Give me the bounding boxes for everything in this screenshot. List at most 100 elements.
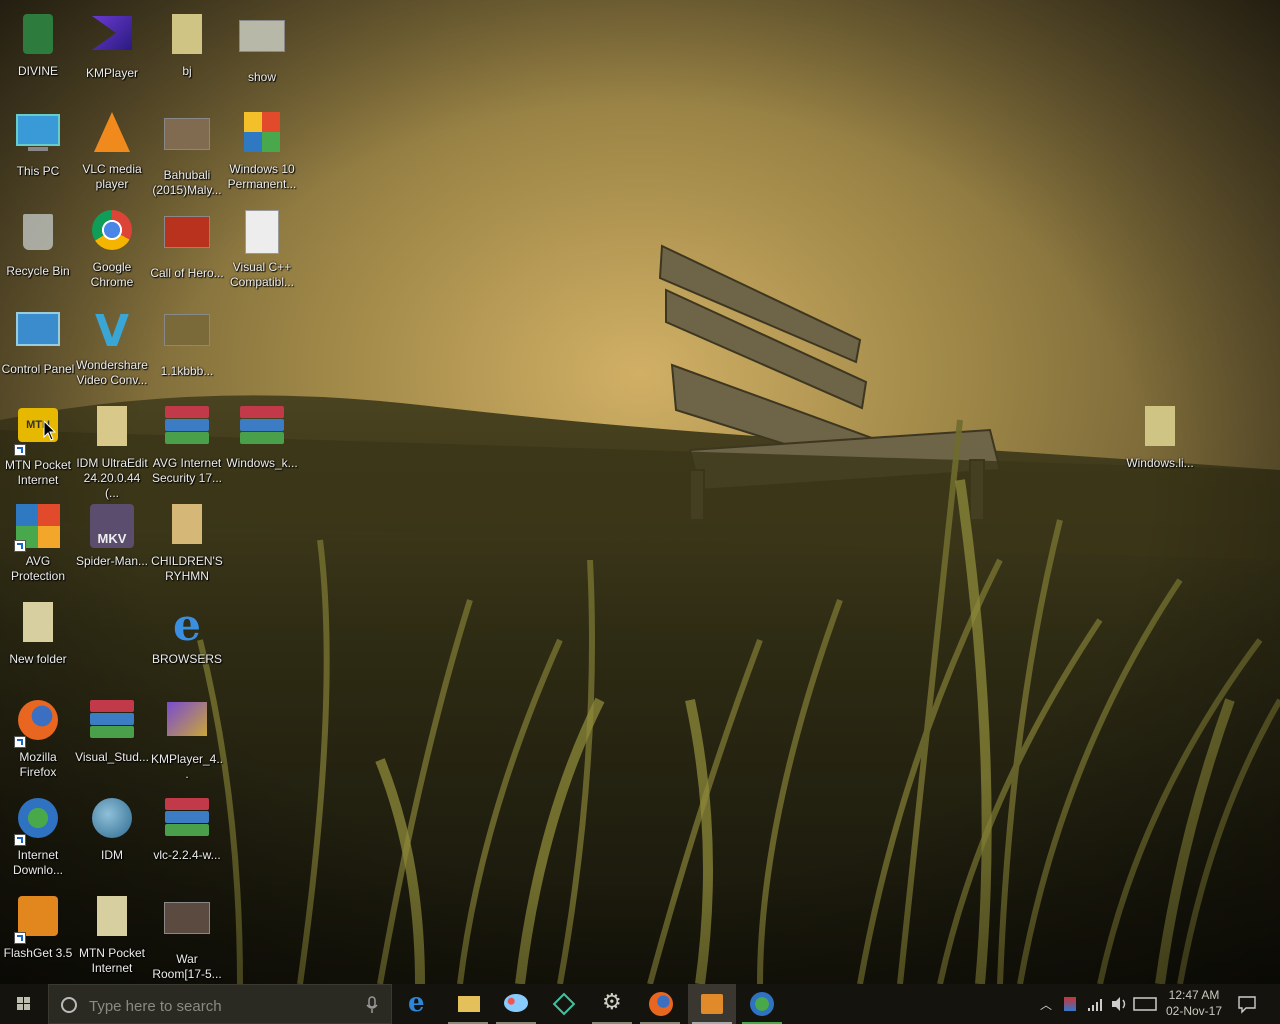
speaker-icon bbox=[1112, 997, 1126, 1011]
desktop-icon-label: KMPlayer_4... bbox=[150, 752, 224, 781]
desktop-icon-vlc[interactable]: VLC media player bbox=[74, 108, 150, 198]
paint-icon bbox=[504, 994, 528, 1012]
video-icon bbox=[163, 314, 211, 362]
wondershare-icon: V bbox=[94, 306, 130, 357]
taskbar-app-firefox[interactable] bbox=[636, 984, 684, 1024]
desktop-icon-mozilla-firefox[interactable]: Mozilla Firefox bbox=[0, 696, 76, 786]
desktop-icon-war-room[interactable]: War Room[17-5... bbox=[149, 892, 225, 982]
desktop-icon-label: Mozilla Firefox bbox=[19, 750, 57, 779]
desktop-icon-label: vlc-2.2.4-w... bbox=[153, 848, 221, 862]
desktop-icon-mtn-pocket-internet-folder[interactable]: MTN Pocket Internet bbox=[74, 892, 150, 982]
video-icon bbox=[163, 902, 211, 950]
desktop-icon-label: This PC bbox=[16, 164, 60, 178]
desktop-icon-this-pc[interactable]: This PC bbox=[0, 108, 76, 198]
taskbar-app-diamond[interactable] bbox=[540, 984, 588, 1024]
desktop-icon-control-panel[interactable]: Control Panel bbox=[0, 304, 76, 394]
video-icon bbox=[163, 216, 211, 264]
desktop-icon-label: Control Panel bbox=[1, 362, 75, 376]
image-icon bbox=[238, 20, 286, 68]
winrar-icon bbox=[163, 798, 211, 846]
desktop-icon-label: BROWSERS bbox=[151, 652, 222, 666]
volume-button[interactable] bbox=[1108, 984, 1130, 1024]
desktop-icon-browsers[interactable]: e BROWSERS bbox=[149, 598, 225, 688]
desktop-icon-bahubali[interactable]: Bahubali (2015)Maly... bbox=[149, 108, 225, 198]
chrome-icon bbox=[88, 210, 136, 258]
search-box[interactable] bbox=[48, 984, 392, 1024]
desktop-icon-label: Bahubali (2015)Maly... bbox=[152, 168, 222, 197]
folder-icon bbox=[1136, 406, 1184, 454]
taskbar-app-settings[interactable]: ⚙ bbox=[588, 984, 636, 1024]
desktop-icon-label: Spider-Man... bbox=[75, 554, 149, 568]
desktop-icon-vlc-installer[interactable]: vlc-2.2.4-w... bbox=[149, 794, 225, 884]
desktop-icon-windows-10-permanent[interactable]: Windows 10 Permanent... bbox=[224, 108, 300, 198]
desktop-icon-spider-man[interactable]: MKV Spider-Man... bbox=[74, 500, 150, 590]
action-center-button[interactable] bbox=[1234, 984, 1260, 1024]
desktop-icon-kmplayer[interactable]: KMPlayer bbox=[74, 10, 150, 100]
recycle-bin-icon bbox=[14, 214, 62, 262]
desktop-icon-label: Windows.li... bbox=[1126, 456, 1194, 470]
desktop-icon-divine[interactable]: DIVINE bbox=[0, 10, 76, 100]
tray-app-icon bbox=[1064, 997, 1076, 1011]
desktop-icon-visual-stud[interactable]: Visual_Stud... bbox=[74, 696, 150, 786]
notification-icon bbox=[1238, 996, 1256, 1014]
clock-date: 02-Nov-17 bbox=[1165, 1004, 1223, 1018]
folder-icon bbox=[163, 504, 211, 552]
desktop-icon-kmplayer-installer[interactable]: KMPlayer_4... bbox=[149, 696, 225, 786]
internet-explorer-icon: e bbox=[173, 600, 201, 651]
idm-icon bbox=[14, 798, 62, 846]
taskbar-app-idm[interactable] bbox=[738, 984, 786, 1024]
tray-app-button[interactable] bbox=[1060, 984, 1080, 1024]
desktop-icon-recycle-bin[interactable]: Recycle Bin bbox=[0, 206, 76, 296]
desktop-icon-label: 1.1kbbb... bbox=[160, 364, 214, 378]
desktop-icon-google-chrome[interactable]: Google Chrome bbox=[74, 206, 150, 296]
taskbar-clock[interactable]: 12:47 AM 02-Nov-17 bbox=[1158, 987, 1230, 1019]
touch-keyboard-button[interactable] bbox=[1132, 984, 1158, 1024]
desktop-icon-idm[interactable]: IDM bbox=[74, 794, 150, 884]
microphone-icon[interactable] bbox=[365, 995, 379, 1015]
desktop-icon-label: MTN Pocket Internet bbox=[4, 458, 71, 487]
network-button[interactable] bbox=[1084, 984, 1106, 1024]
flashget-icon bbox=[14, 896, 62, 944]
desktop-icon-label: Recycle Bin bbox=[6, 264, 70, 278]
desktop-icon-call-of-hero[interactable]: Call of Hero... bbox=[149, 206, 225, 296]
taskbar-app-edge[interactable]: e bbox=[396, 984, 444, 1024]
desktop-icon-windows-li[interactable]: Windows.li... bbox=[1122, 402, 1198, 492]
desktop-icon-label: Windows_k... bbox=[226, 456, 298, 470]
taskbar-app-paint[interactable] bbox=[492, 984, 540, 1024]
firefox-icon bbox=[649, 992, 673, 1016]
desktop-icon-label: War Room[17-5... bbox=[152, 952, 222, 981]
desktop-icon-childrens-ryhmn[interactable]: CHILDREN'S RYHMN bbox=[149, 500, 225, 590]
desktop-icon-label: VLC media player bbox=[82, 162, 142, 191]
desktop-icon-new-folder[interactable]: New folder bbox=[0, 598, 76, 688]
desktop-icon-video-kbbb[interactable]: 1.1kbbb... bbox=[149, 304, 225, 394]
start-button[interactable] bbox=[0, 984, 48, 1024]
desktop-icon-idm-ultraedit[interactable]: IDM UltraEdit 24.20.0.44 (... bbox=[74, 402, 150, 500]
kmplayer-installer-icon bbox=[163, 702, 211, 750]
app-icon bbox=[14, 14, 62, 62]
keyboard-icon bbox=[1133, 997, 1157, 1011]
desktop-icon-bj[interactable]: bj bbox=[149, 10, 225, 100]
desktop-icon-label: Visual C++ Compatibl... bbox=[229, 260, 295, 289]
desktop-icon-mtn-pocket-internet[interactable]: MTN MTN Pocket Internet bbox=[0, 402, 76, 492]
desktop-icon-show[interactable]: show bbox=[224, 10, 300, 100]
desktop-icon-label: Wondershare Video Conv... bbox=[76, 358, 148, 387]
desktop-icon-avg-internet-security[interactable]: AVG Internet Security 17... bbox=[149, 402, 225, 492]
show-hidden-icons-button[interactable]: ︿ bbox=[1036, 984, 1054, 1024]
desktop-icon-avg-protection[interactable]: AVG Protection bbox=[0, 500, 76, 590]
desktop-icon-windows-k[interactable]: Windows_k... bbox=[224, 402, 300, 492]
clock-time: 12:47 AM bbox=[1168, 988, 1220, 1002]
file-explorer-icon bbox=[458, 996, 480, 1012]
desktop-icon-wondershare[interactable]: V Wondershare Video Conv... bbox=[74, 304, 150, 394]
taskbar-app-media-player[interactable] bbox=[688, 984, 736, 1024]
desktop-icon-label: AVG Internet Security 17... bbox=[151, 456, 223, 485]
taskbar-app-file-explorer[interactable] bbox=[444, 984, 492, 1024]
desktop-icon-visual-cpp[interactable]: Visual C++ Compatibl... bbox=[224, 206, 300, 296]
desktop-icon-flashget[interactable]: FlashGet 3.5 bbox=[0, 892, 76, 982]
desktop-icon-internet-download-manager[interactable]: Internet Downlo... bbox=[0, 794, 76, 884]
idm-icon bbox=[750, 992, 774, 1016]
desktop-icon-label: Visual_Stud... bbox=[75, 750, 149, 764]
desktop-icon-label: Call of Hero... bbox=[150, 266, 224, 280]
desktop-icon-label: DIVINE bbox=[17, 64, 58, 78]
search-input[interactable] bbox=[87, 994, 351, 1018]
diamond-app-icon bbox=[552, 992, 576, 1016]
